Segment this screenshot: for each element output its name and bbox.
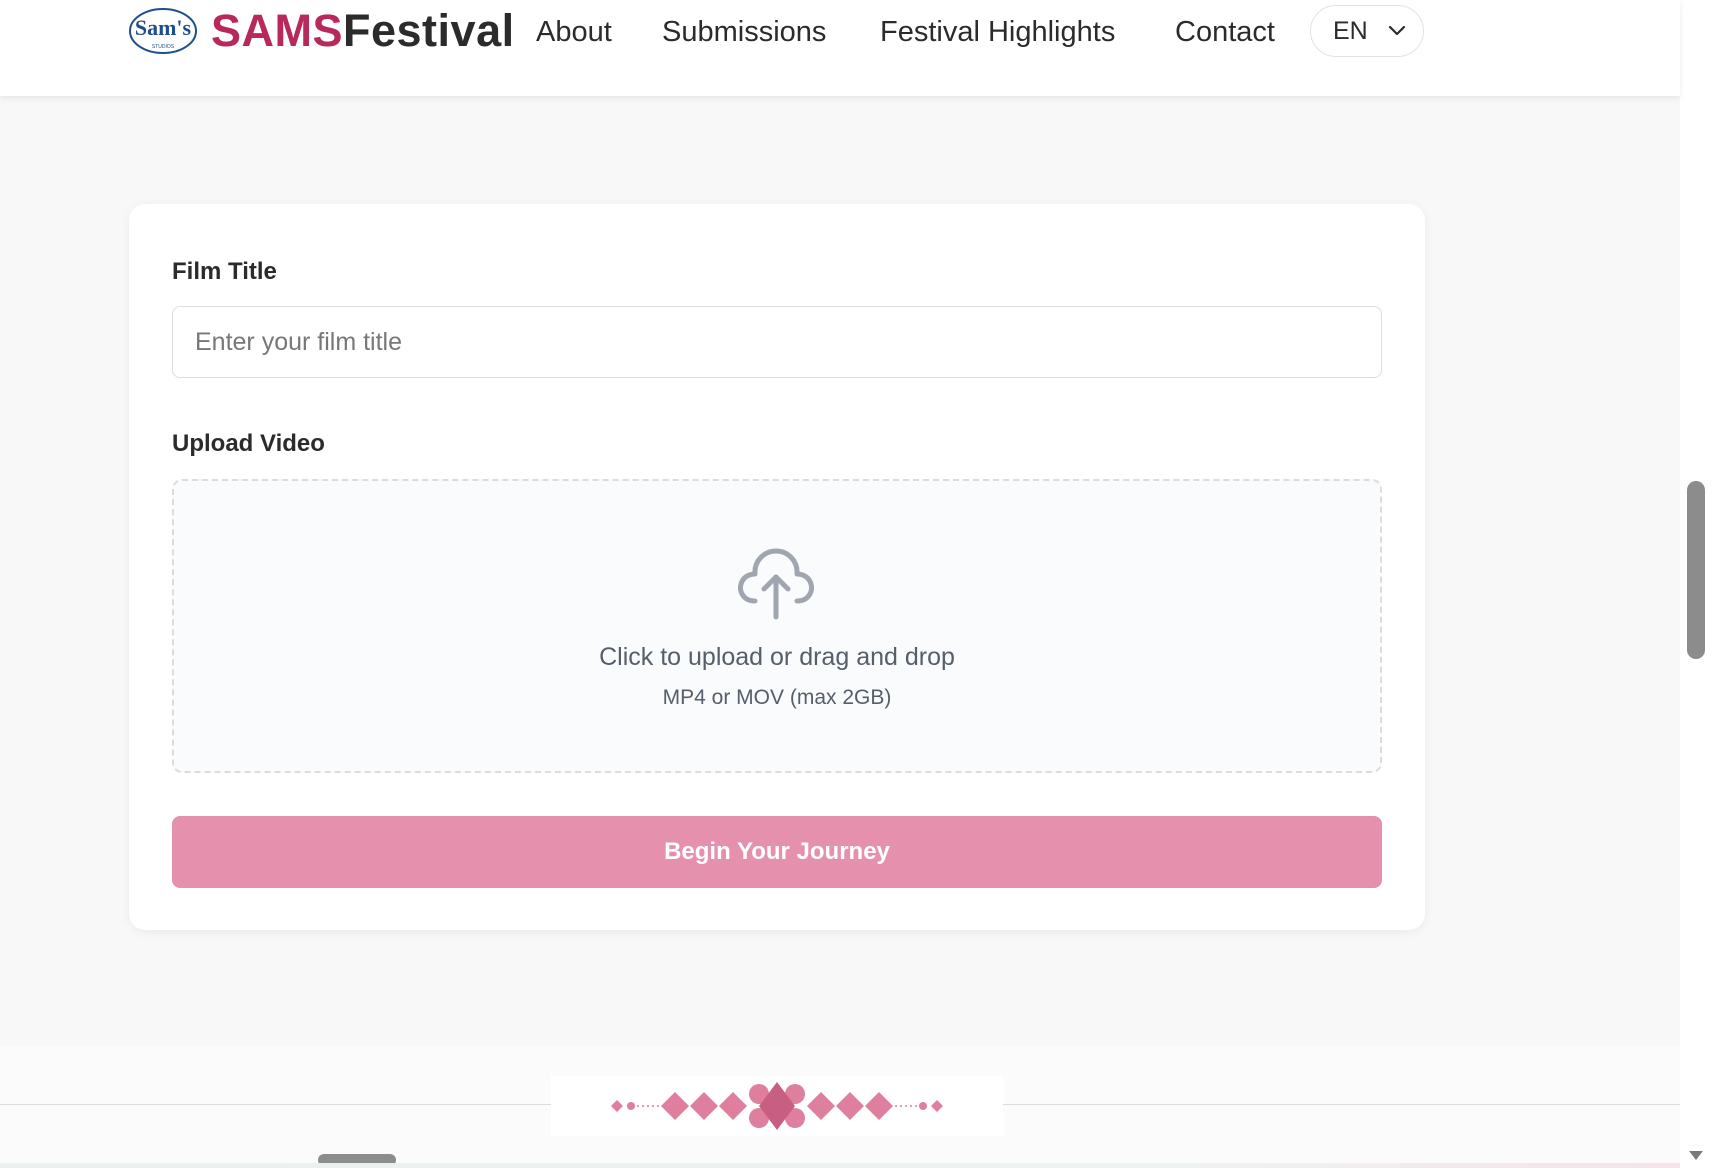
begin-journey-button[interactable]: Begin Your Journey <box>172 816 1382 888</box>
cloud-upload-icon <box>738 548 814 620</box>
video-upload-dropzone[interactable]: Click to upload or drag and drop MP4 or … <box>172 479 1382 773</box>
upload-format-hint: MP4 or MOV (max 2GB) <box>662 686 892 709</box>
svg-text:STUDIOS: STUDIOS <box>152 44 175 50</box>
nav-submissions[interactable]: Submissions <box>662 12 826 52</box>
brand-sams: SAMS <box>211 5 344 56</box>
submission-form-card: Film Title Upload Video Click to upload … <box>129 204 1425 930</box>
site-header: Sam's STUDIOS SAMSFestival About Submiss… <box>0 0 1680 96</box>
decorative-ornament <box>551 1076 1003 1136</box>
nav-festival-highlights[interactable]: Festival Highlights <box>880 12 1115 52</box>
chevron-down-icon <box>1388 25 1406 36</box>
scroll-down-arrow-icon[interactable] <box>1687 1148 1705 1162</box>
nav-contact[interactable]: Contact <box>1175 12 1275 52</box>
language-selector[interactable]: EN <box>1310 5 1424 57</box>
svg-text:Sam's: Sam's <box>135 15 192 40</box>
bottom-edge-strip <box>0 1163 1680 1168</box>
language-code: EN <box>1333 17 1368 45</box>
brand-festival: Festival <box>343 5 515 56</box>
upload-video-label: Upload Video <box>172 430 325 457</box>
sams-studios-logo[interactable]: Sam's STUDIOS <box>126 4 200 58</box>
brand-wordmark[interactable]: SAMSFestival <box>211 4 515 58</box>
footer-divider-left <box>0 1104 551 1105</box>
upload-instruction-text: Click to upload or drag and drop <box>599 643 955 671</box>
nav-about[interactable]: About <box>536 12 612 52</box>
vertical-scrollbar-thumb[interactable] <box>1687 481 1705 659</box>
footer-divider-right <box>1003 1104 1680 1105</box>
film-title-label: Film Title <box>172 258 277 285</box>
film-title-input[interactable] <box>172 306 1382 378</box>
